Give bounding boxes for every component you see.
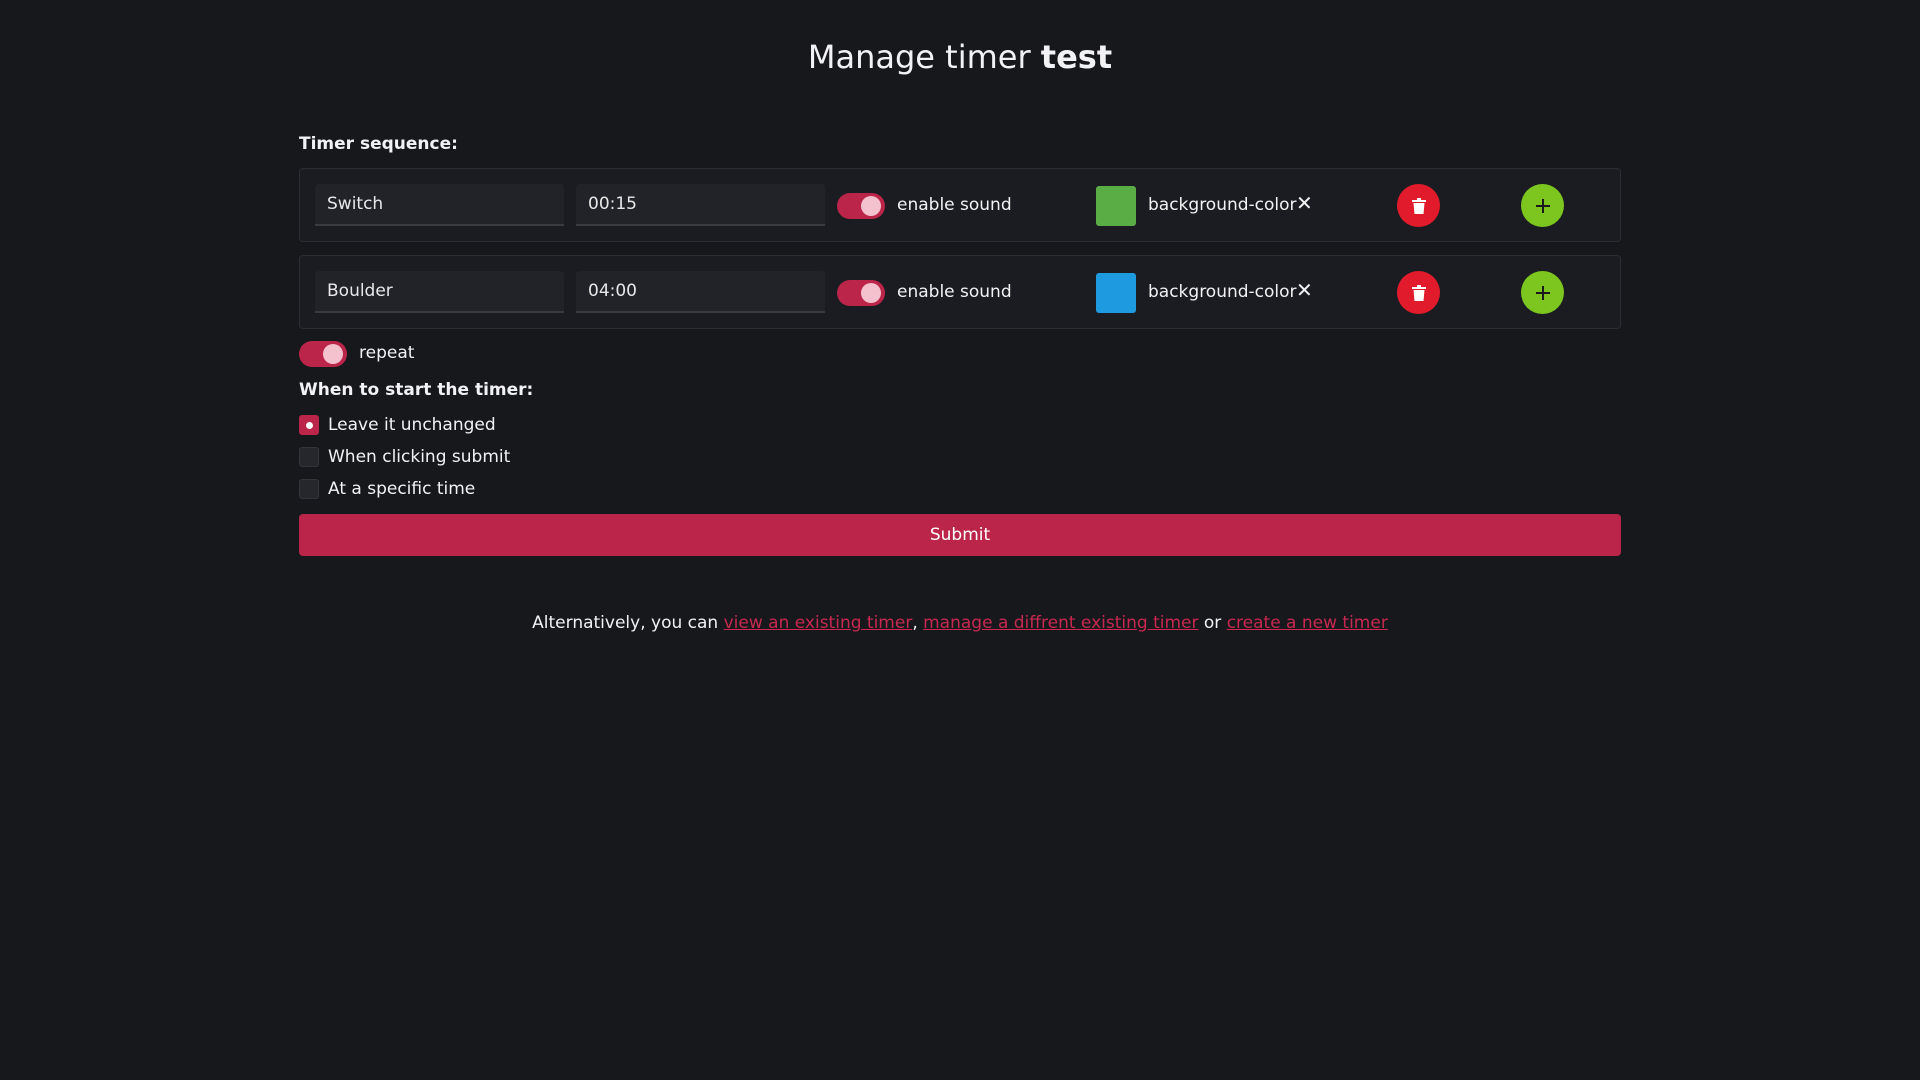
submit-button[interactable]: Submit: [299, 514, 1621, 556]
color-label: background-color: [1148, 282, 1297, 302]
delete-segment-button[interactable]: [1397, 271, 1440, 314]
segment-duration-input[interactable]: [576, 184, 825, 226]
radio-dot: [306, 422, 313, 429]
sequence-row: enable sound background-color ✕: [299, 168, 1621, 242]
start-option-label: When clicking submit: [328, 447, 511, 467]
page: Manage timer test Timer sequence: enable…: [0, 0, 1920, 1080]
repeat-label: repeat: [359, 343, 415, 363]
toggle-knob: [861, 283, 881, 303]
sound-toggle[interactable]: [837, 280, 885, 306]
start-option[interactable]: When clicking submit: [299, 447, 510, 467]
segment-name-input[interactable]: [315, 184, 564, 226]
page-title: Manage timer test: [0, 38, 1920, 76]
color-swatch[interactable]: [1096, 273, 1136, 313]
delete-segment-button[interactable]: [1397, 184, 1440, 227]
color-label: background-color: [1148, 195, 1297, 215]
start-option[interactable]: At a specific time: [299, 479, 475, 499]
sequence-row: enable sound background-color ✕: [299, 255, 1621, 329]
footer-separator: ,: [912, 613, 918, 633]
sound-toggle[interactable]: [837, 193, 885, 219]
start-option[interactable]: Leave it unchanged: [299, 415, 496, 435]
repeat-toggle[interactable]: [299, 341, 347, 367]
segment-name-input[interactable]: [315, 271, 564, 313]
view-timer-link[interactable]: view an existing timer: [724, 613, 913, 633]
radio-checked[interactable]: [299, 415, 319, 435]
plus-icon: [1535, 198, 1550, 213]
radio-unchecked[interactable]: [299, 479, 319, 499]
start-option-label: At a specific time: [328, 479, 476, 499]
page-title-prefix: Manage timer: [807, 38, 1031, 76]
radio-unchecked[interactable]: [299, 447, 319, 467]
footer: Alternatively, you can view an existing …: [0, 613, 1920, 633]
color-swatch[interactable]: [1096, 186, 1136, 226]
start-label: When to start the timer:: [299, 380, 534, 400]
add-segment-button[interactable]: [1521, 184, 1564, 227]
toggle-knob: [323, 344, 343, 364]
sequence-label: Timer sequence:: [299, 134, 458, 154]
timer-name: test: [1040, 38, 1113, 76]
add-segment-button[interactable]: [1521, 271, 1564, 314]
footer-separator: or: [1203, 613, 1222, 633]
trash-icon: [1411, 284, 1426, 301]
manage-timer-link[interactable]: manage a diffrent existing timer: [923, 613, 1198, 633]
clear-color-icon[interactable]: ✕: [1296, 278, 1313, 302]
segment-duration-input[interactable]: [576, 271, 825, 313]
trash-icon: [1411, 197, 1426, 214]
create-timer-link[interactable]: create a new timer: [1227, 613, 1388, 633]
sound-toggle-label: enable sound: [897, 195, 1012, 215]
sound-toggle-label: enable sound: [897, 282, 1012, 302]
start-option-label: Leave it unchanged: [328, 415, 496, 435]
plus-icon: [1535, 285, 1550, 300]
toggle-knob: [861, 196, 881, 216]
clear-color-icon[interactable]: ✕: [1296, 191, 1313, 215]
footer-prefix: Alternatively, you can: [532, 613, 719, 633]
